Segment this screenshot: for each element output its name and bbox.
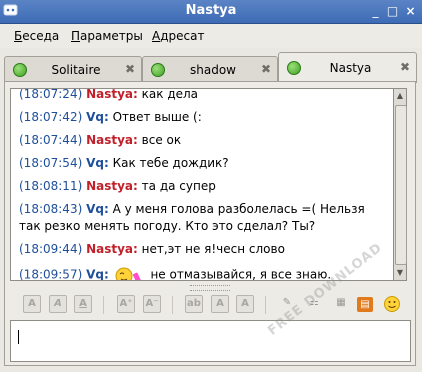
tab-solitaire[interactable]: Solitaire ✖ — [4, 56, 142, 82]
chat-scrollbar[interactable]: ▲ ▼ — [393, 88, 407, 281]
status-online-icon — [13, 63, 27, 77]
close-tab-icon[interactable]: ✖ — [261, 62, 271, 76]
minimize-button[interactable]: _ — [367, 3, 384, 19]
message-row: (18:08:43) Vq: А у меня голова разболела… — [19, 202, 365, 233]
italic-icon[interactable]: A — [49, 295, 67, 313]
message-input[interactable] — [10, 320, 411, 362]
message-row: (18:07:42) Vq: Ответ выше (: — [19, 110, 202, 124]
close-window-button[interactable]: × — [402, 3, 419, 19]
message-row: (18:07:44) Nastya: все ок — [19, 133, 182, 147]
text-caret — [18, 330, 19, 344]
font-larger-icon[interactable]: A⁺ — [117, 295, 135, 313]
font-face-icon[interactable]: ab — [185, 295, 203, 313]
scroll-up-icon[interactable]: ▲ — [394, 89, 406, 103]
menu-bar: Беседа Параметры Адресат — [0, 24, 422, 48]
insert-image-icon[interactable]: ▦ — [332, 295, 350, 313]
message-row: (18:09:57) Vq: не отмазывайся, я все зна… — [19, 264, 379, 280]
underline-icon[interactable]: A — [74, 295, 92, 313]
title-bar: Nastya _ □ × — [0, 0, 422, 24]
message-row: (18:07:54) Vq: Как тебе дождик? — [19, 156, 229, 170]
close-tab-icon[interactable]: ✖ — [400, 60, 410, 74]
message-row: (18:08:11) Nastya: та да супер — [19, 179, 216, 193]
menu-addressee[interactable]: Адресат — [152, 29, 204, 43]
chat-log: (18:07:24) Nastya: как дела (18:07:42) V… — [10, 88, 395, 281]
window-title: Nastya — [185, 3, 237, 18]
smiley-icon[interactable] — [383, 295, 401, 313]
conversation-tabs: Solitaire ✖ shadow ✖ Nastya ✖ — [0, 52, 422, 83]
shy-smiley-icon — [115, 267, 142, 280]
background-color-icon[interactable]: A — [236, 295, 254, 313]
font-smaller-icon[interactable]: A⁻ — [143, 295, 161, 313]
pane-resize-handle[interactable] — [190, 285, 230, 291]
scroll-down-icon[interactable]: ▼ — [394, 266, 406, 280]
tab-nastya[interactable]: Nastya ✖ — [278, 52, 417, 83]
message-row: (18:07:24) Nastya: как дела — [19, 88, 199, 101]
close-tab-icon[interactable]: ✖ — [125, 62, 135, 76]
insert-picture-icon[interactable]: ▤ — [357, 297, 373, 312]
message-row: (18:09:44) Nastya: нет,эт не я!чесн слов… — [19, 242, 285, 256]
format-toolbar: A A A A⁺ A⁻ ab A A ✎ ⚏ ▦ ▤ — [10, 292, 410, 318]
tab-shadow[interactable]: shadow ✖ — [142, 56, 278, 82]
scrollbar-thumb[interactable] — [395, 105, 407, 265]
menu-options[interactable]: Параметры — [71, 29, 143, 43]
text-color-icon[interactable]: A — [211, 295, 229, 313]
status-online-icon — [151, 63, 165, 77]
bold-icon[interactable]: A — [23, 295, 41, 313]
menu-conversation[interactable]: Беседа — [14, 29, 59, 43]
maximize-button[interactable]: □ — [384, 3, 401, 19]
status-online-icon — [287, 61, 301, 75]
